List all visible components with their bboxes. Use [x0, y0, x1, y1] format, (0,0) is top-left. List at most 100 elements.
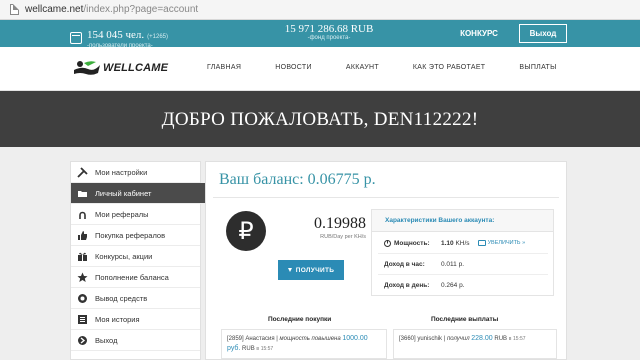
sidebar-item-label: Конкурсы, акции [95, 251, 153, 261]
nav-item-news[interactable]: НОВОСТИ [275, 64, 312, 71]
power-number: 1.10 [441, 239, 454, 247]
power-label-text: Мощность: [394, 239, 430, 247]
sidebar-item-buy-referrals[interactable]: Покупка рефералов [71, 225, 200, 246]
income-hour-row: Доход в час: 0.011 р. [378, 254, 548, 275]
sidebar-item-logout[interactable]: Выход [71, 330, 200, 351]
purchases-title: Последние покупки [268, 316, 332, 323]
purchases-list: [2859] Анастасия | мощность повышена 100… [221, 329, 387, 359]
sidebar-item-settings[interactable]: Мои настройки [71, 162, 200, 183]
list-item: [3660] yunischik | получил 228.00 RUB в … [399, 335, 526, 342]
sidebar-item-history[interactable]: Моя история [71, 309, 200, 330]
sidebar-item-label: Личный кабинет [95, 188, 152, 198]
earning-rate: 0.19988 RUB/Day per KH/s [299, 215, 366, 241]
payout-desc: получил [446, 336, 470, 342]
sidebar-item-label: Пополнение баланса [95, 272, 169, 282]
url-path: /index.php?page=account [83, 4, 199, 15]
payout-rub: RUB [494, 336, 508, 342]
purchase-user: [2859] Анастасия [227, 336, 275, 342]
income-hour-label: Доход в час: [384, 260, 425, 268]
list-item: [2859] Анастасия | мощность повышена 100… [227, 335, 368, 342]
account-main-panel: Ваш баланс: 0.06775 р. ₽ 0.19988 RUB/Day… [205, 161, 567, 360]
divider [213, 197, 559, 198]
rate-unit: RUB/Day per KH/s [320, 234, 366, 240]
payout-time: 15:57 [513, 336, 526, 342]
purchase-currency: руб. [227, 345, 241, 352]
exit-icon [77, 335, 88, 346]
increase-power-link[interactable]: УВЕЛИЧИТЬ » [477, 240, 526, 246]
fund-amount: 15 971 286.68 RUB [284, 23, 374, 35]
ruble-icon: ₽ [226, 211, 266, 251]
thumbs-up-icon [77, 230, 88, 241]
sidebar-item-label: Выход [95, 335, 118, 345]
purchase-time-prefix: в [256, 346, 260, 352]
nav-item-account[interactable]: АККАУНТ [346, 64, 379, 71]
logo-icon [74, 61, 100, 75]
gift-icon [77, 251, 88, 262]
collect-button-label: ПОЛУЧИТЬ [295, 266, 335, 274]
purchase-desc: мощность повышена [279, 336, 341, 342]
income-day-value: 0.264 р. [441, 282, 465, 289]
sidebar-item-label: Моя история [95, 314, 140, 324]
payout-time-prefix: в [508, 336, 512, 342]
horseshoe-icon [77, 209, 88, 220]
increase-label: УВЕЛИЧИТЬ » [487, 240, 526, 246]
sidebar-item-deposit[interactable]: Пополнение баланса [71, 267, 200, 288]
browser-address-bar[interactable]: wellcame.net/index.php?page=account [0, 0, 640, 20]
welcome-title: ДОБРО ПОЖАЛОВАТЬ, DEN112222! [161, 109, 479, 130]
arrow-down-icon [287, 268, 292, 272]
sidebar-item-label: Мои настройки [95, 167, 148, 177]
account-sidebar: Мои настройки Личный кабинет Мои реферал… [70, 161, 212, 360]
logout-button[interactable]: Выход [519, 24, 567, 43]
sidebar-item-contests[interactable]: Конкурсы, акции [71, 246, 200, 267]
logo[interactable]: WELLCAME [74, 60, 168, 76]
users-added: (+1265) [147, 34, 169, 40]
payouts-list: [3660] yunischik | получил 228.00 RUB в … [393, 329, 557, 359]
welcome-banner: ДОБРО ПОЖАЛОВАТЬ, DEN112222! [0, 91, 640, 147]
sidebar-item-label: Мои рефералы [95, 209, 149, 219]
folder-icon [77, 188, 88, 199]
sidebar-item-referrals[interactable]: Мои рефералы [71, 204, 200, 225]
power-value: 1.10 KH/s [441, 240, 470, 247]
logo-text: WELLCAME [103, 62, 169, 74]
income-day-label: Доход в день: [384, 282, 430, 289]
card-icon [477, 240, 486, 246]
collect-button[interactable]: ПОЛУЧИТЬ [278, 260, 344, 280]
payout-amount: 228.00 [471, 335, 493, 342]
coin-icon [77, 293, 88, 304]
fund-stat: 15 971 286.68 RUB -фонд проекта- [274, 24, 384, 42]
power-label: Мощность: [378, 239, 441, 247]
sidebar-item-label: Покупка рефералов [95, 230, 166, 240]
account-characteristics: Характеристики Вашего аккаунта: Мощность… [371, 209, 554, 296]
users-count: 154 045 чел. [87, 29, 145, 41]
url-host: wellcame.net [25, 4, 84, 15]
list-icon [77, 314, 88, 325]
power-icon [384, 239, 391, 247]
sidebar-item-label: Вывод средств [95, 293, 148, 303]
sidebar-item-dashboard[interactable]: Личный кабинет [71, 183, 212, 204]
purchase-rub: RUB [242, 346, 255, 352]
income-day-row: Доход в день: 0.264 р. [378, 275, 548, 296]
contest-button[interactable]: КОНКУРС [455, 24, 503, 43]
purchase-amount: 1000.00 [342, 335, 368, 342]
characteristics-title: Характеристики Вашего аккаунта: [372, 210, 553, 232]
payout-user: [3660] yunischik [399, 336, 443, 342]
fund-label: -фонд проекта- [307, 35, 351, 41]
page-icon [10, 4, 19, 15]
top-stats-bar: 154 045 чел. (+1265) -пользователи проект… [0, 20, 640, 49]
nav-item-payouts[interactable]: ВЫПЛАТЫ [519, 64, 556, 71]
nav-menu: ГЛАВНАЯ НОВОСТИ АККАУНТ КАК ЭТО РАБОТАЕТ… [207, 64, 557, 71]
rate-value: 0.19988 [314, 215, 366, 232]
nav-item-how-it-works[interactable]: КАК ЭТО РАБОТАЕТ [413, 64, 485, 71]
main-nav: WELLCAME ГЛАВНАЯ НОВОСТИ АККАУНТ КАК ЭТО… [0, 47, 640, 91]
purchase-time: 15:57 [260, 346, 274, 352]
nav-item-home[interactable]: ГЛАВНАЯ [207, 64, 241, 71]
power-row: Мощность: 1.10 KH/s УВЕЛИЧИТЬ » [378, 233, 548, 254]
payouts-title: Последние выплаты [431, 316, 499, 323]
income-hour-value: 0.011 р. [441, 260, 465, 268]
calendar-icon [70, 31, 82, 44]
star-icon [77, 272, 88, 283]
balance-title: Ваш баланс: 0.06775 р. [219, 171, 376, 188]
tools-icon [77, 166, 88, 178]
sidebar-item-withdraw[interactable]: Вывод средств [71, 288, 200, 309]
list-item-detail: руб. RUB в 15:57 [227, 344, 381, 354]
